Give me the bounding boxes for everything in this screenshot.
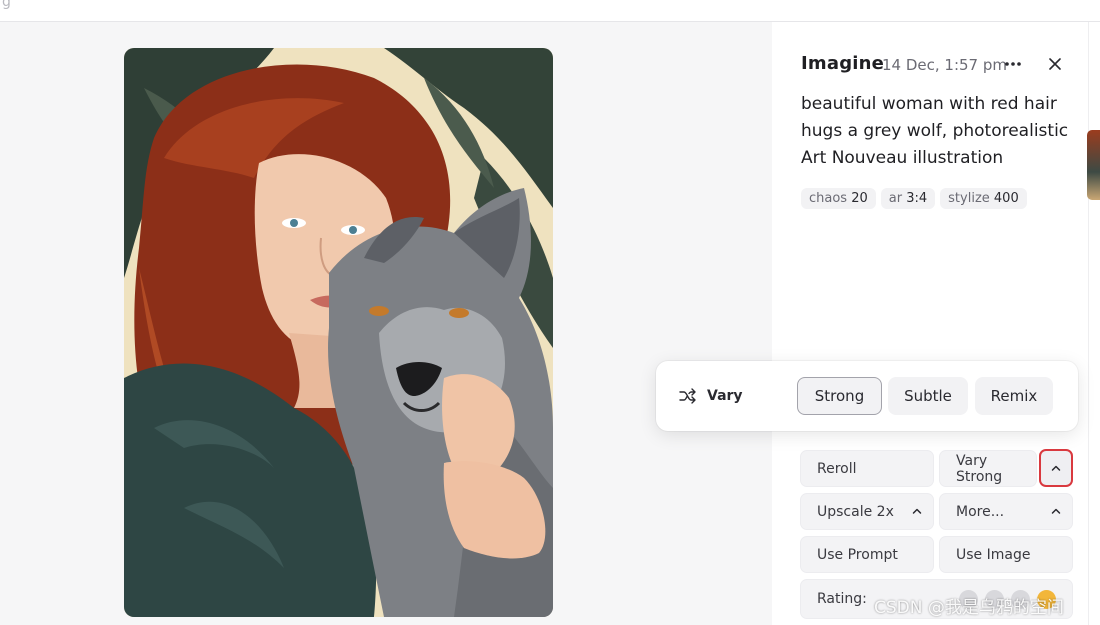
use-image-button[interactable]: Use Image bbox=[939, 536, 1073, 573]
vary-strong-option[interactable]: Strong bbox=[797, 377, 882, 415]
artwork-illustration bbox=[124, 48, 553, 617]
chevron-up-icon[interactable] bbox=[911, 505, 923, 517]
param-tag-stylize: stylize 400 bbox=[940, 188, 1027, 209]
shuffle-icon bbox=[679, 388, 697, 404]
ellipsis-icon[interactable] bbox=[1002, 54, 1024, 74]
upscale-button[interactable]: Upscale 2x bbox=[800, 493, 934, 530]
use-image-label: Use Image bbox=[956, 546, 1031, 563]
vary-strong-label: Vary Strong bbox=[956, 452, 1003, 485]
more-label: More... bbox=[956, 503, 1005, 520]
thumbnail-strip bbox=[1088, 22, 1100, 625]
vary-subtle-option[interactable]: Subtle bbox=[888, 377, 968, 415]
param-value: 3:4 bbox=[906, 191, 928, 206]
chevron-up-icon[interactable] bbox=[1050, 505, 1062, 517]
upscale-label: Upscale 2x bbox=[817, 503, 894, 520]
top-bar: g bbox=[0, 0, 1100, 22]
vary-remix-option[interactable]: Remix bbox=[975, 377, 1053, 415]
rating-label: Rating: bbox=[817, 591, 867, 607]
top-bar-glyph: g bbox=[2, 0, 11, 10]
chevron-up-icon bbox=[1051, 465, 1061, 471]
param-tags: chaos 20 ar 3:4 stylize 400 bbox=[801, 188, 1027, 209]
reroll-label: Reroll bbox=[817, 460, 857, 477]
job-date: 14 Dec, 1:57 pm bbox=[882, 56, 1008, 74]
vary-options-toggle[interactable] bbox=[1039, 449, 1073, 487]
reroll-button[interactable]: Reroll bbox=[800, 450, 934, 487]
param-key: stylize bbox=[948, 191, 990, 206]
thumbnail-item[interactable] bbox=[1087, 130, 1100, 200]
watermark: CSDN @我是乌鸦的空间 bbox=[874, 598, 1064, 618]
param-key: chaos bbox=[809, 191, 848, 206]
vary-label: Vary bbox=[707, 388, 743, 404]
vary-strong-button[interactable]: Vary Strong bbox=[939, 450, 1037, 487]
close-icon[interactable] bbox=[1045, 54, 1065, 74]
param-key: ar bbox=[888, 191, 903, 206]
param-value: 20 bbox=[851, 191, 868, 206]
use-prompt-label: Use Prompt bbox=[817, 546, 898, 563]
more-button[interactable]: More... bbox=[939, 493, 1073, 530]
param-tag-ar: ar 3:4 bbox=[880, 188, 936, 209]
use-prompt-button[interactable]: Use Prompt bbox=[800, 536, 934, 573]
param-tag-chaos: chaos 20 bbox=[801, 188, 876, 209]
generated-image[interactable] bbox=[124, 48, 553, 617]
job-title: Imagine bbox=[801, 53, 885, 74]
prompt-text: beautiful woman with red hair hugs a gre… bbox=[801, 94, 1069, 168]
param-value: 400 bbox=[993, 191, 1019, 206]
